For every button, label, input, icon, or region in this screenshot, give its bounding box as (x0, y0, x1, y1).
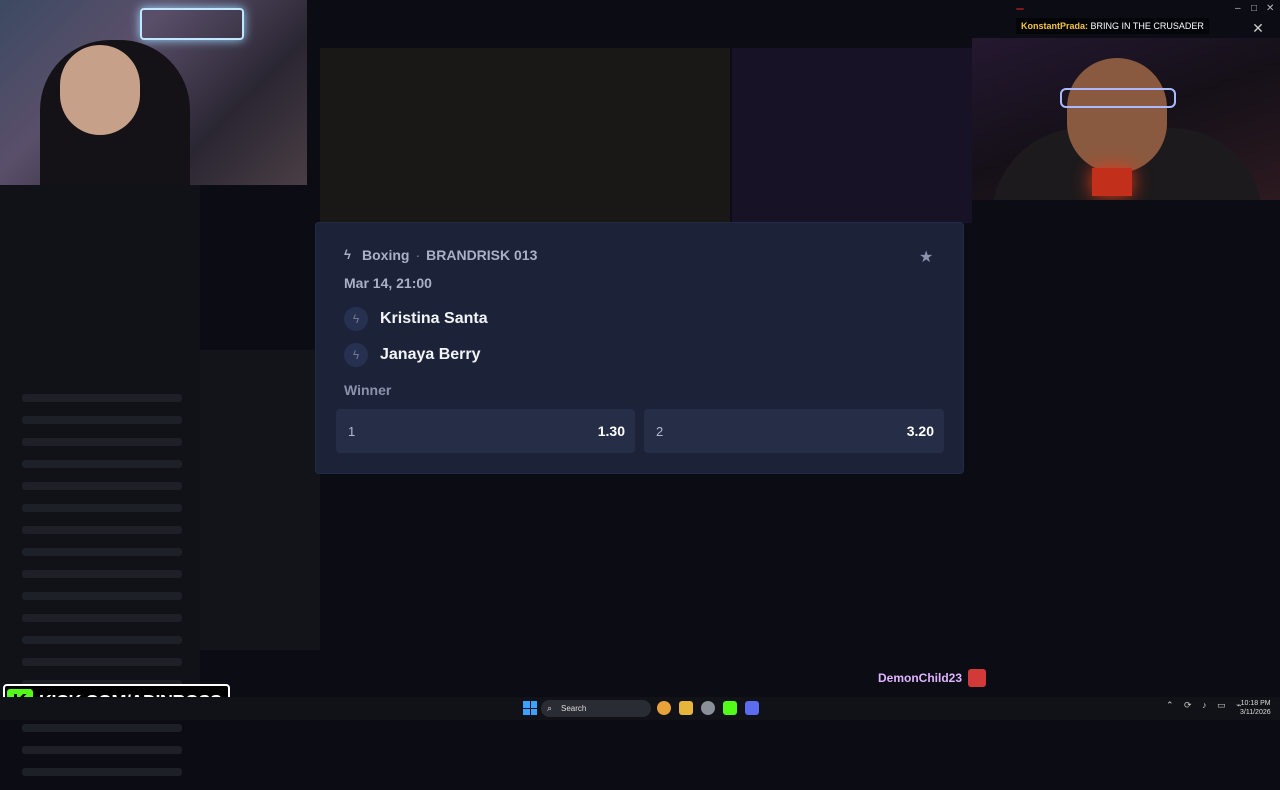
list-item (22, 636, 182, 644)
list-item (22, 548, 182, 556)
chair-light (1092, 168, 1132, 196)
tip-alert: DemonChild23 (878, 669, 987, 687)
webcam-guest (972, 38, 1280, 200)
odds-value: 1.30 (597, 423, 625, 439)
event-date: Mar 14, 21:00 (344, 275, 432, 291)
background-panel (200, 350, 320, 650)
list-item (22, 394, 182, 402)
list-item (22, 460, 182, 468)
lightning-icon: ϟ (344, 307, 368, 331)
windows-start-icon[interactable] (523, 701, 537, 715)
app-icon[interactable] (701, 701, 715, 715)
chat-badge (1016, 8, 1024, 10)
background-chat-app (0, 185, 200, 776)
background-video-tile (320, 48, 730, 223)
chat-text: BRING IN THE CRUSADER (1090, 21, 1204, 31)
fighter-name: Janaya Berry (380, 346, 481, 363)
list-item (22, 482, 182, 490)
emote-icon (968, 669, 987, 687)
event-header: ϟ Boxing · BRANDRISK 013 (344, 247, 537, 263)
outcome-label: 2 (656, 423, 664, 439)
neon-sign (140, 8, 244, 40)
market-label: Winner (344, 382, 392, 398)
list-item (22, 504, 182, 512)
streamer-head (60, 45, 140, 135)
favorite-star-icon[interactable]: ★ (919, 247, 933, 267)
taskbar-search[interactable]: ⌕ Search (541, 700, 651, 717)
maximize-icon[interactable]: □ (1251, 3, 1257, 14)
fighter-name: Kristina Santa (380, 310, 488, 327)
list-item (22, 614, 182, 622)
list-item (22, 570, 182, 578)
search-icon: ⌕ (547, 703, 553, 713)
clock[interactable]: 10:18 PM 3/11/2026 (1240, 699, 1271, 717)
minimize-icon[interactable]: – (1235, 3, 1241, 14)
separator: · (415, 247, 421, 263)
list-item (22, 658, 182, 666)
lightning-icon: ϟ (344, 343, 368, 367)
list-item (22, 592, 182, 600)
guest-head (1067, 58, 1167, 173)
background-list (22, 380, 182, 790)
kick-app-icon[interactable] (723, 701, 737, 715)
discord-icon[interactable] (745, 701, 759, 715)
system-tray[interactable]: ⌃ ⟳ ♪ ▭ ⌁ (1166, 700, 1246, 711)
tip-username: DemonChild23 (878, 671, 963, 685)
chat-message: KonstantPrada: BRING IN THE CRUSADER (1016, 18, 1209, 34)
league-label: BRANDRISK 013 (426, 247, 538, 263)
folder-icon[interactable] (679, 701, 693, 715)
background-video-tile (732, 48, 972, 223)
odds-value: 3.20 (906, 423, 934, 439)
list-item (22, 416, 182, 424)
outcome-label: 1 (348, 423, 356, 439)
lightning-icon: ϟ (344, 247, 351, 262)
clock-date: 3/11/2026 (1240, 709, 1271, 716)
search-label: Search (561, 704, 587, 713)
odds-button-2[interactable]: 2 3.20 (644, 409, 944, 453)
list-item (22, 746, 182, 754)
fighter-row: ϟ Janaya Berry (344, 343, 481, 367)
chat-overlay: KonstantPrada: BRING IN THE CRUSADER (1016, 2, 1209, 34)
window-close-icon[interactable]: ✕ (1266, 3, 1274, 14)
bet-card: ϟ Boxing · BRANDRISK 013 ★ Mar 14, 21:00… (316, 223, 963, 473)
close-icon[interactable]: ✕ (1250, 20, 1266, 36)
clock-time: 10:18 PM (1240, 700, 1271, 707)
webcam-streamer (0, 0, 307, 185)
chat-username: KonstantPrada: (1021, 21, 1089, 31)
taskbar: ⌕ Search ⌃ ⟳ ♪ ▭ ⌁ 10:18 PM 3/11/2026 (0, 697, 1280, 720)
guest-glasses (1060, 88, 1176, 108)
sport-label: Boxing (362, 247, 410, 263)
odds-button-1[interactable]: 1 1.30 (336, 409, 635, 453)
list-item (22, 724, 182, 732)
list-item (22, 438, 182, 446)
list-item (22, 768, 182, 776)
list-item (22, 526, 182, 534)
fighter-row: ϟ Kristina Santa (344, 307, 488, 331)
chrome-icon[interactable] (657, 701, 671, 715)
